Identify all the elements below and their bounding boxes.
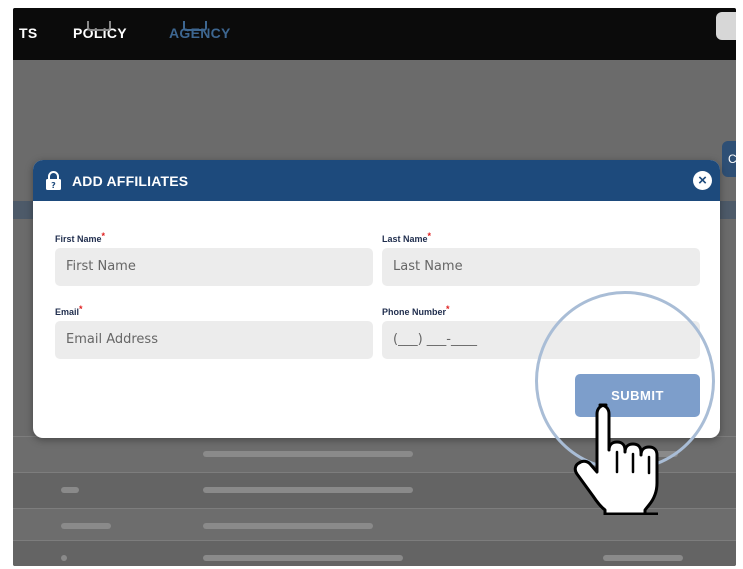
nav-corner-button[interactable]	[716, 12, 736, 40]
required-marker: *	[101, 231, 106, 241]
first-name-label-text: First Name	[55, 234, 102, 244]
required-marker: *	[79, 304, 83, 314]
side-tab-button[interactable]: C	[722, 141, 736, 177]
phone-label-text: Phone Number	[382, 307, 447, 317]
blurred-cell	[203, 487, 413, 493]
last-name-label: Last Name*	[382, 231, 432, 244]
phone-label: Phone Number*	[382, 304, 450, 317]
nav-item-partial[interactable]: TS	[19, 25, 38, 41]
modal-title: ADD AFFILIATES	[72, 173, 189, 189]
email-input[interactable]: Email Address	[55, 321, 373, 359]
blurred-cell	[203, 523, 373, 529]
policy-icon	[87, 21, 111, 31]
blurred-cell	[61, 555, 67, 561]
blurred-cell	[61, 523, 111, 529]
hand-pointer-icon	[573, 403, 659, 515]
last-name-input[interactable]: Last Name	[382, 248, 700, 286]
required-marker: *	[446, 304, 450, 314]
last-name-label-text: Last Name	[382, 234, 428, 244]
agency-icon	[183, 21, 207, 31]
lock-icon: ?	[46, 171, 61, 190]
email-label: Email*	[55, 304, 83, 317]
top-navigation: TS POLICY AGENCY	[13, 8, 736, 60]
svg-text:?: ?	[51, 181, 56, 190]
blurred-cell	[603, 555, 683, 561]
blurred-cell	[61, 487, 79, 493]
blurred-cell	[203, 555, 403, 561]
email-label-text: Email	[55, 307, 80, 317]
first-name-input[interactable]: First Name	[55, 248, 373, 286]
required-marker: *	[427, 231, 432, 241]
nav-item-policy[interactable]: POLICY	[73, 21, 127, 41]
modal-header: ? ADD AFFILIATES ×	[33, 160, 720, 201]
nav-item-agency[interactable]: AGENCY	[169, 21, 231, 41]
blurred-cell	[203, 451, 413, 457]
table-row[interactable]	[13, 540, 736, 566]
first-name-label: First Name*	[55, 231, 106, 244]
close-icon[interactable]: ×	[693, 171, 712, 190]
